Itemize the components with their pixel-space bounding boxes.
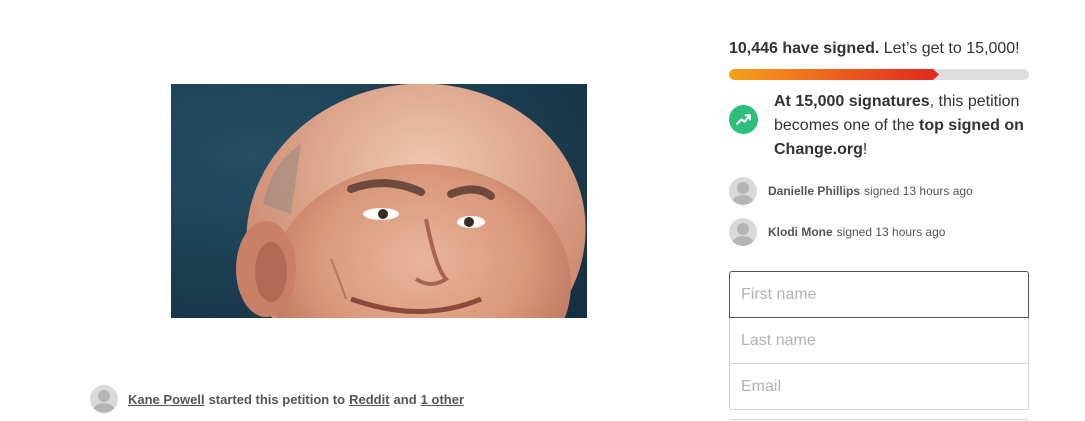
- starter-name-link[interactable]: Kane Powell: [128, 392, 205, 407]
- signature-count: 10,446 have signed. Let’s get to 15,000!: [729, 38, 1029, 60]
- others-link[interactable]: 1 other: [421, 392, 464, 407]
- signature-progress-bar: [729, 69, 1029, 80]
- sign-form: [729, 271, 1029, 421]
- and-text: and: [393, 391, 417, 407]
- goal-message-text: At 15,000 signatures, this petition beco…: [774, 90, 1029, 162]
- petition-photo: [171, 84, 587, 318]
- goal-message: At 15,000 signatures, this petition beco…: [729, 90, 1029, 162]
- signer-name: Danielle Phillips: [768, 184, 861, 198]
- signer-action: signed 13 hours ago: [836, 225, 946, 239]
- target-link[interactable]: Reddit: [349, 392, 389, 407]
- first-name-field[interactable]: [729, 271, 1029, 318]
- portrait-illustration: [236, 84, 586, 318]
- petition-starter: Kane Powell started this petition to Red…: [90, 384, 464, 414]
- started-text: started this petition to: [208, 391, 346, 407]
- signer-avatar: [729, 218, 757, 246]
- goal-text: Let’s get to 15,000!: [883, 40, 1020, 57]
- signed-count: 10,446 have signed.: [729, 40, 880, 57]
- last-name-field[interactable]: [729, 318, 1029, 364]
- goal-end: !: [862, 141, 868, 158]
- signer-avatar: [729, 177, 757, 205]
- signer-name: Klodi Mone: [768, 225, 833, 239]
- goal-bold-lead: At 15,000 signatures: [774, 93, 930, 110]
- trending-up-icon: [729, 105, 758, 134]
- progress-fill: [729, 69, 939, 80]
- signer-action: signed 13 hours ago: [864, 184, 973, 198]
- email-field[interactable]: [729, 364, 1029, 410]
- recent-signer: Klodi Mone signed 13 hours ago: [729, 217, 1029, 247]
- starter-avatar[interactable]: [90, 385, 118, 413]
- petition-page: Kane Powell started this petition to Red…: [0, 0, 1085, 421]
- recent-signer: Danielle Phillips signed 13 hours ago: [729, 176, 1029, 206]
- signature-sidebar: 10,446 have signed. Let’s get to 15,000!…: [729, 38, 1029, 421]
